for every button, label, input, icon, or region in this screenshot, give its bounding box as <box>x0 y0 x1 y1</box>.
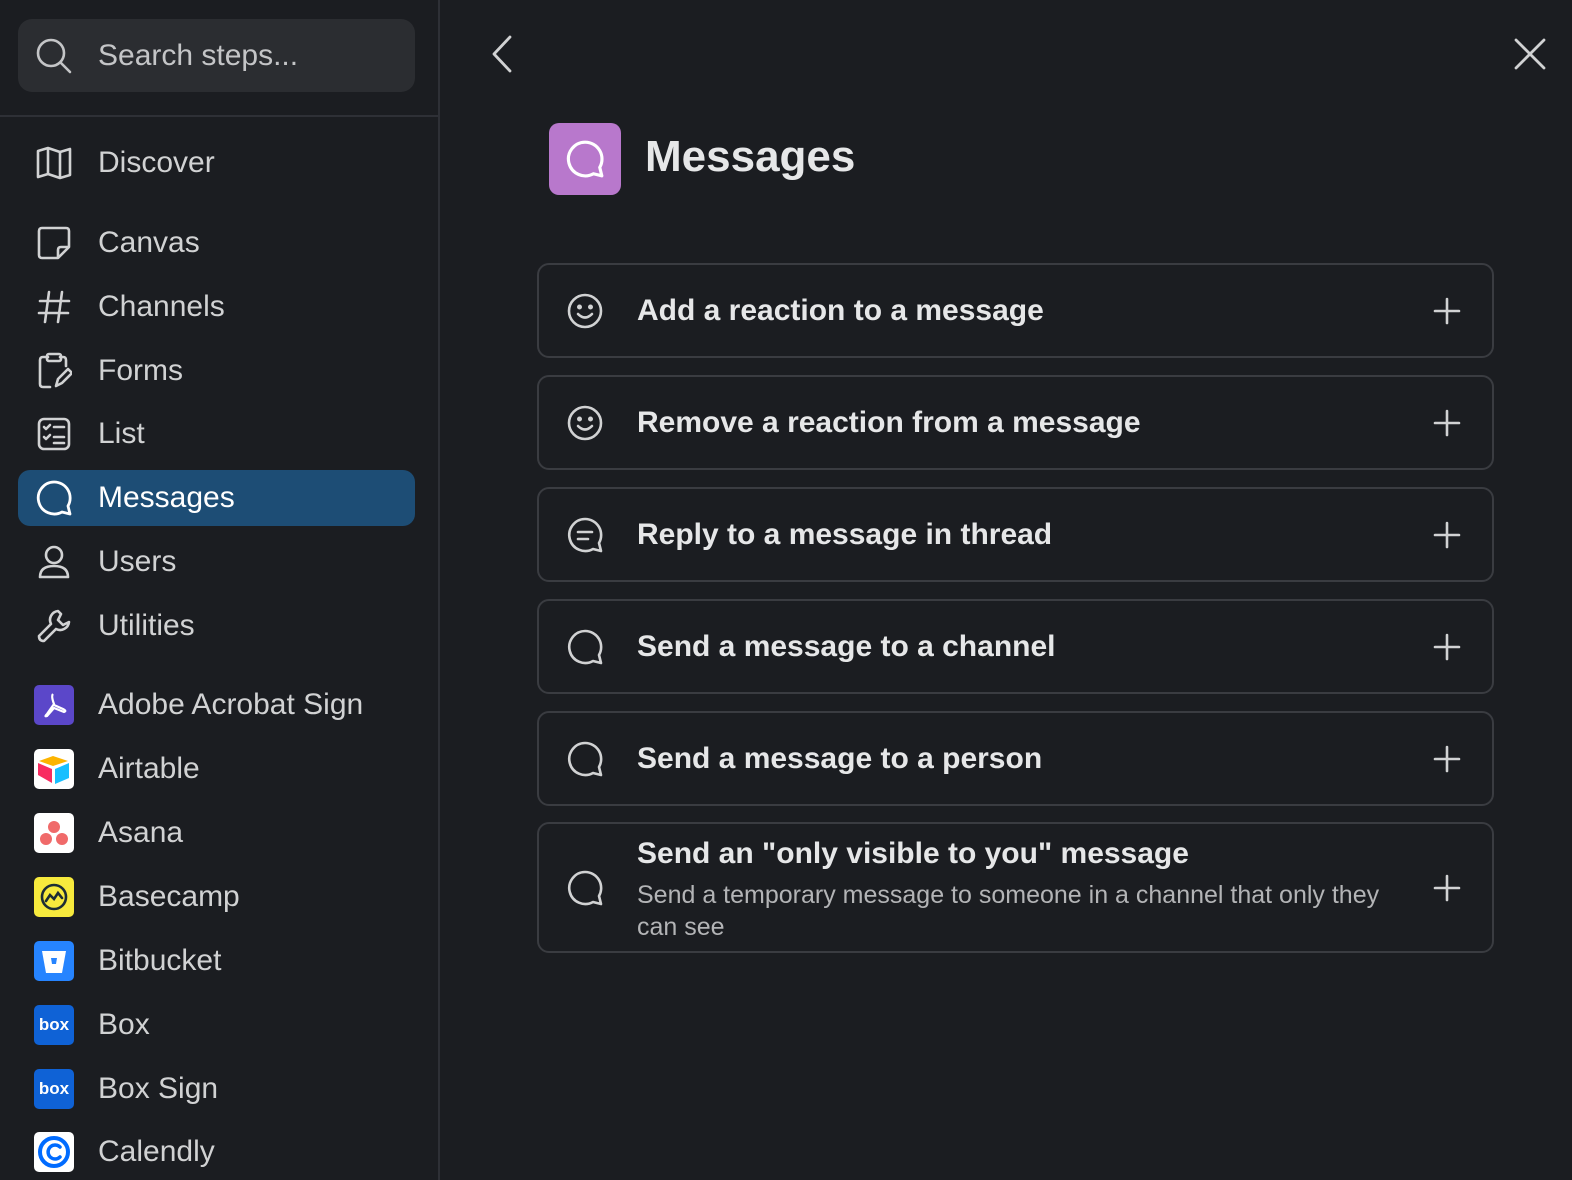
step-title: Remove a reaction from a message <box>637 406 1141 439</box>
sidebar-item-asana[interactable]: Asana <box>18 805 415 861</box>
adobe-acrobat-sign-logo-icon <box>34 685 74 725</box>
bitbucket-logo-icon <box>34 941 74 981</box>
plus-icon[interactable] <box>1427 868 1467 908</box>
page-title: Messages <box>645 132 856 181</box>
step-title: Send a message to a channel <box>637 630 1056 663</box>
workflow-step-picker: Discover Canvas Channels <box>0 0 1572 1180</box>
sidebar-item-list[interactable]: List <box>18 406 415 462</box>
messages-header-icon <box>549 123 621 195</box>
sidebar-item-calendly[interactable]: Calendly <box>18 1124 415 1180</box>
sidebar-item-utilities[interactable]: Utilities <box>18 598 415 654</box>
sidebar-item-label: Utilities <box>98 609 195 642</box>
sidebar-item-label: Box Sign <box>98 1072 219 1105</box>
sidebar: Discover Canvas Channels <box>0 0 440 1180</box>
sidebar-item-label: Airtable <box>98 752 200 785</box>
step-remove-reaction[interactable]: Remove a reaction from a message <box>537 375 1494 470</box>
smiley-icon <box>567 293 603 329</box>
sidebar-item-label: Adobe Acrobat Sign <box>98 688 364 721</box>
plus-icon[interactable] <box>1427 739 1467 779</box>
step-ephemeral-message[interactable]: Send an "only visible to you" message Se… <box>537 822 1494 953</box>
sidebar-item-label: Asana <box>98 816 184 849</box>
message-bubble-icon <box>34 480 74 516</box>
plus-icon[interactable] <box>1427 403 1467 443</box>
step-title: Send a message to a person <box>637 742 1043 775</box>
sidebar-item-label: Users <box>98 545 177 578</box>
sidebar-item-users[interactable]: Users <box>18 534 415 590</box>
step-title: Add a reaction to a message <box>637 294 1044 327</box>
step-send-to-person[interactable]: Send a message to a person <box>537 711 1494 806</box>
smiley-icon <box>567 405 603 441</box>
sidebar-item-label: Messages <box>98 481 235 514</box>
step-send-to-channel[interactable]: Send a message to a channel <box>537 599 1494 694</box>
back-chevron-icon[interactable] <box>482 32 522 76</box>
box-sign-logo-icon: box <box>34 1069 74 1109</box>
sidebar-item-messages[interactable]: Messages <box>18 470 415 526</box>
sidebar-item-label: Discover <box>98 146 215 179</box>
hash-icon <box>34 289 74 325</box>
sidebar-item-discover[interactable]: Discover <box>18 135 415 191</box>
airtable-logo-icon <box>34 749 74 789</box>
message-bubble-icon <box>567 870 603 906</box>
sidebar-item-box-sign[interactable]: box Box Sign <box>18 1061 415 1117</box>
map-icon <box>34 145 74 181</box>
form-icon <box>34 352 74 389</box>
sidebar-divider <box>0 115 438 117</box>
box-logo-icon: box <box>34 1005 74 1045</box>
canvas-icon <box>34 225 74 261</box>
sidebar-item-basecamp[interactable]: Basecamp <box>18 869 415 925</box>
calendly-logo-icon <box>34 1132 74 1172</box>
step-reply-in-thread[interactable]: Reply to a message in thread <box>537 487 1494 582</box>
basecamp-logo-icon <box>34 877 74 917</box>
message-bubble-icon <box>567 629 603 665</box>
sidebar-item-label: Channels <box>98 290 225 323</box>
step-title: Send an "only visible to you" message <box>637 837 1189 870</box>
search-input[interactable] <box>98 19 398 92</box>
sidebar-item-label: Calendly <box>98 1135 215 1168</box>
message-bubble-icon <box>567 741 603 777</box>
step-add-reaction[interactable]: Add a reaction to a message <box>537 263 1494 358</box>
sidebar-item-label: List <box>98 417 145 450</box>
plus-icon[interactable] <box>1427 291 1467 331</box>
sidebar-item-label: Forms <box>98 354 183 387</box>
step-title: Reply to a message in thread <box>637 518 1053 551</box>
sidebar-item-label: Basecamp <box>98 880 240 913</box>
asana-logo-icon <box>34 813 74 853</box>
sidebar-item-label: Bitbucket <box>98 944 222 977</box>
step-description: Send a temporary message to someone in a… <box>637 881 1380 941</box>
user-icon <box>34 544 74 580</box>
sidebar-item-bitbucket[interactable]: Bitbucket <box>18 933 415 989</box>
plus-icon[interactable] <box>1427 627 1467 667</box>
sidebar-item-airtable[interactable]: Airtable <box>18 741 415 797</box>
search-box[interactable] <box>18 19 415 92</box>
sidebar-item-adobe-acrobat-sign[interactable]: Adobe Acrobat Sign <box>18 677 415 733</box>
sidebar-item-forms[interactable]: Forms <box>18 343 415 399</box>
sidebar-item-canvas[interactable]: Canvas <box>18 215 415 271</box>
search-icon <box>36 38 72 74</box>
thread-bubble-icon <box>567 517 603 553</box>
close-icon[interactable] <box>1508 34 1552 74</box>
sidebar-item-label: Box <box>98 1008 150 1041</box>
sidebar-item-channels[interactable]: Channels <box>18 279 415 335</box>
plus-icon[interactable] <box>1427 515 1467 555</box>
wrench-icon <box>34 608 74 644</box>
sidebar-item-label: Canvas <box>98 226 200 259</box>
list-icon <box>34 416 74 452</box>
sidebar-item-box[interactable]: box Box <box>18 997 415 1053</box>
